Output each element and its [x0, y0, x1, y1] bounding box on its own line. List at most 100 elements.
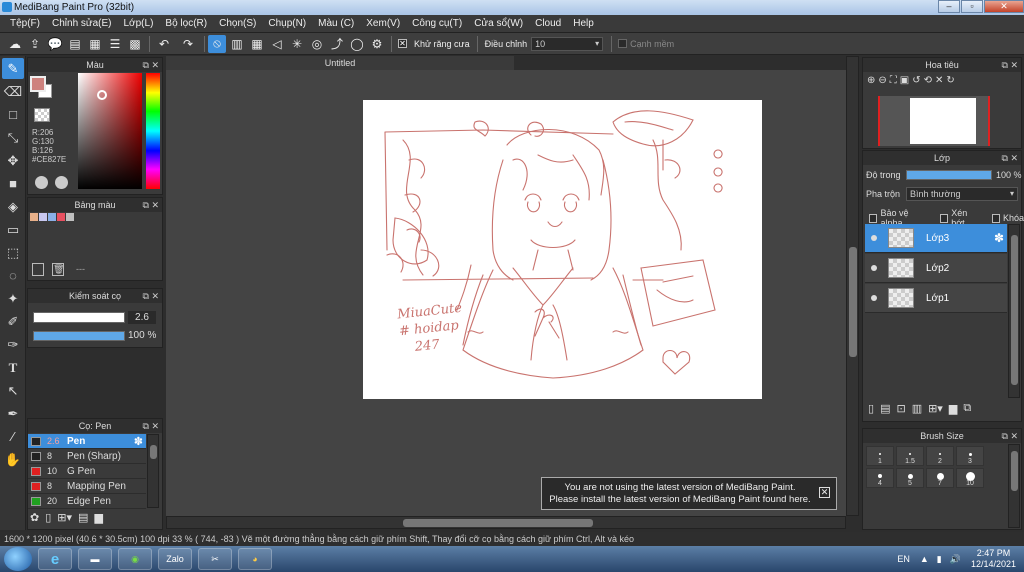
palette-swatch[interactable]	[48, 213, 56, 221]
foreground-color-swatch[interactable]	[30, 76, 46, 92]
select-pen-icon[interactable]: ✐	[2, 311, 24, 332]
palette-delete-icon[interactable]: 🗑	[52, 263, 64, 276]
canvas-vertical-scrollbar[interactable]	[846, 56, 859, 516]
visibility-icon[interactable]	[871, 235, 877, 241]
brush-size-value[interactable]: 2.6	[128, 311, 156, 324]
lock-checkbox[interactable]	[991, 213, 1000, 223]
eyedropper-icon[interactable]: ⁄	[2, 426, 24, 447]
brush-size-option[interactable]: 4	[866, 468, 894, 488]
scrollbar-thumb[interactable]	[403, 519, 593, 527]
brush-item[interactable]: 2.6 Pen ✽	[28, 434, 146, 449]
brush-size-option[interactable]: 5	[896, 468, 924, 488]
rotate-right-icon[interactable]: ↻	[946, 75, 954, 86]
brush-item[interactable]: 20 Edge Pen	[28, 494, 146, 509]
brush-item[interactable]: 8 Mapping Pen	[28, 479, 146, 494]
brush-list-scrollbar[interactable]	[147, 434, 159, 508]
rotate-left-icon[interactable]: ↺	[912, 75, 920, 86]
layer-list-scrollbar[interactable]	[1008, 224, 1020, 398]
brush-size-option[interactable]: 1	[866, 446, 894, 466]
panel-close-icon[interactable]: ⧉ ✕	[1002, 429, 1018, 443]
color-swatches[interactable]	[30, 76, 54, 100]
antialias-checkbox[interactable]: ✕	[398, 39, 407, 48]
panel-close-icon[interactable]: ⧉ ✕	[1002, 151, 1018, 165]
menu-window[interactable]: Cửa sổ(W)	[468, 15, 529, 33]
brush-folder-icon[interactable]: ▆	[94, 511, 102, 524]
parallel-snap-icon[interactable]: ▥	[228, 35, 246, 53]
undo-icon[interactable]: ↶	[153, 35, 175, 53]
close-button[interactable]: ✕	[984, 0, 1024, 13]
color-picker-cursor[interactable]	[97, 90, 107, 100]
protect-alpha-checkbox[interactable]	[869, 213, 878, 223]
update-notification[interactable]: You are not using the latest version of …	[541, 477, 837, 510]
minimize-button[interactable]: –	[938, 0, 960, 13]
brush-add-icon[interactable]: ⊞▾	[57, 511, 72, 524]
layer-add-menu-icon[interactable]: ⊞▾	[928, 402, 943, 415]
brush-item[interactable]: 10 G Pen	[28, 464, 146, 479]
hue-slider[interactable]	[146, 73, 160, 189]
show-hidden-icons-icon[interactable]: ▲	[920, 554, 929, 564]
hand-tool-icon[interactable]: ✋	[2, 449, 24, 470]
document-icon[interactable]: ▦	[86, 35, 104, 53]
layer-list-area[interactable]	[865, 314, 1007, 398]
list-icon[interactable]: ☰	[106, 35, 124, 53]
comment-icon[interactable]: 💬	[46, 35, 64, 53]
brush-size-scrollbar[interactable]	[1008, 444, 1020, 528]
blend-mode-select[interactable]: Bình thường	[906, 187, 1018, 201]
brush-size-option[interactable]: 7	[926, 468, 954, 488]
menu-view[interactable]: Xem(V)	[360, 15, 406, 33]
layer-row-lop2[interactable]: Lớp2	[865, 254, 1007, 283]
actual-size-icon[interactable]: ▣	[900, 75, 909, 86]
brush-size-option[interactable]: 1.5	[896, 446, 924, 466]
brush-tool-icon[interactable]: ✎	[2, 58, 24, 79]
new-color-layer-icon[interactable]: ▤	[880, 402, 890, 415]
duplicate-layer-icon[interactable]: ▥	[912, 402, 922, 415]
select-tool-icon[interactable]: ⤡	[2, 127, 24, 148]
gradient-tool-icon[interactable]: ▭	[2, 219, 24, 240]
brush-size-option[interactable]: 10	[956, 468, 984, 488]
layer-settings-icon[interactable]: ✽	[994, 231, 1004, 245]
circle-snap-icon[interactable]: ◯	[348, 35, 366, 53]
rect-select-icon[interactable]: ⬚	[2, 242, 24, 263]
volume-icon[interactable]: 🔊	[950, 554, 961, 565]
fill-tool-icon[interactable]: ◈	[2, 196, 24, 217]
chrome-icon[interactable]: ◕	[238, 548, 272, 570]
panel-close-icon[interactable]: ⧉ ✕	[143, 198, 159, 212]
brush-opacity-slider[interactable]	[33, 331, 125, 341]
magic-wand-icon[interactable]: ✦	[2, 288, 24, 309]
move-tool-icon[interactable]: ✥	[2, 150, 24, 171]
fit-icon[interactable]: ⛶	[890, 75, 897, 86]
menu-color[interactable]: Màu (C)	[312, 15, 360, 33]
dot-tool-icon[interactable]: □	[2, 104, 24, 125]
menu-edit[interactable]: Chỉnh sửa(E)	[46, 15, 118, 33]
layer-row-lop3[interactable]: Lớp3 ✽	[865, 224, 1007, 253]
visibility-icon[interactable]	[871, 295, 877, 301]
rectangle-tool-icon[interactable]: ■	[2, 173, 24, 194]
language-indicator[interactable]: EN	[897, 554, 910, 564]
palette-swatch[interactable]	[66, 213, 74, 221]
menu-cloud[interactable]: Cloud	[529, 15, 567, 33]
upload-icon[interactable]: ⇪	[26, 35, 44, 53]
soft-edge-checkbox[interactable]	[618, 39, 628, 48]
scrollbar-thumb[interactable]	[1011, 235, 1018, 385]
correction-select[interactable]: 10	[531, 36, 604, 51]
menu-select[interactable]: Chọn(S)	[213, 15, 262, 33]
panel-close-icon[interactable]: ⧉ ✕	[143, 58, 159, 72]
menu-file[interactable]: Tệp(F)	[4, 15, 46, 33]
text-tool-icon[interactable]: T	[2, 357, 24, 378]
saturation-value-picker[interactable]	[78, 73, 142, 189]
notice-close-icon[interactable]: ✕	[819, 487, 830, 498]
green-app-icon[interactable]: ◉	[118, 548, 152, 570]
palette-new-icon[interactable]	[32, 263, 44, 276]
palette-swatch[interactable]	[30, 213, 38, 221]
layer-opacity-slider[interactable]	[906, 170, 992, 180]
scrollbar-thumb[interactable]	[849, 247, 857, 357]
internet-explorer-icon[interactable]: e	[38, 548, 72, 570]
flip-icon[interactable]: ✕	[935, 75, 943, 86]
clipping-checkbox[interactable]	[939, 213, 949, 223]
brush-settings-icon[interactable]: ✽	[134, 435, 143, 448]
panel-close-icon[interactable]: ⧉ ✕	[1002, 58, 1018, 72]
brush-size-option[interactable]: 3	[956, 446, 984, 466]
snap-off-icon[interactable]: ⦸	[208, 34, 226, 53]
brush-size-slider[interactable]	[33, 312, 125, 323]
snipping-tool-icon[interactable]: ✂	[198, 548, 232, 570]
